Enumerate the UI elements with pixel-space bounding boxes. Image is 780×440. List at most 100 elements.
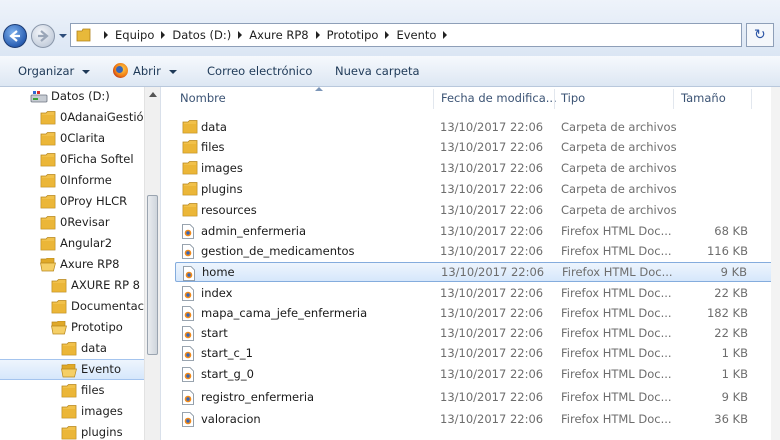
breadcrumb-separator-icon[interactable] bbox=[315, 31, 320, 39]
open-button[interactable]: Abrir bbox=[113, 56, 177, 86]
organize-label: Organizar bbox=[18, 64, 75, 78]
nav-tree-item[interactable]: Datos (D:) bbox=[0, 87, 144, 107]
nav-tree-label: 0Proy HLCR bbox=[60, 194, 128, 208]
file-name: start bbox=[201, 326, 228, 340]
nav-tree-label: data bbox=[81, 341, 107, 355]
breadcrumb-separator-icon[interactable] bbox=[104, 31, 108, 39]
file-row[interactable]: plugins 13/10/2017 22:06 Carpeta de archiv… bbox=[175, 179, 773, 199]
file-row[interactable]: start_c_1 13/10/2017 22:06 Firefox HTML Do… bbox=[175, 343, 773, 363]
nav-tree-item[interactable]: images bbox=[0, 401, 144, 422]
file-row[interactable]: start 13/10/2017 22:06 Firefox HTML Doc...… bbox=[175, 323, 773, 343]
file-name: images bbox=[201, 161, 243, 175]
breadcrumb-separator-icon[interactable] bbox=[161, 31, 166, 39]
file-row[interactable]: registro_enfermeria 13/10/2017 22:06 Firef… bbox=[175, 387, 773, 407]
nav-tree-label: 0Clarita bbox=[60, 131, 106, 145]
column-divider[interactable] bbox=[433, 89, 434, 109]
nav-tree-item[interactable]: Angular2 bbox=[0, 233, 144, 254]
address-bar-row: Equipo Datos (D:) Axure RP8 Prototipo Evento… bbox=[0, 0, 780, 56]
nav-tree-item[interactable]: data bbox=[0, 338, 144, 359]
html-file-icon bbox=[182, 390, 194, 411]
file-date: 13/10/2017 22:06 bbox=[440, 203, 544, 217]
nav-tree-label: Angular2 bbox=[60, 236, 113, 250]
refresh-button[interactable]: ↻ bbox=[746, 23, 774, 47]
column-header-date[interactable]: Fecha de modifica... bbox=[441, 87, 557, 109]
file-date: 13/10/2017 22:06 bbox=[440, 244, 544, 258]
nav-tree-item[interactable]: 0Clarita bbox=[0, 128, 144, 149]
nav-tree-item[interactable]: files bbox=[0, 380, 144, 401]
folder-icon bbox=[182, 203, 198, 223]
breadcrumb-separator-icon[interactable] bbox=[443, 31, 448, 39]
nav-tree-item[interactable]: Evento bbox=[0, 359, 144, 380]
file-row[interactable]: files 13/10/2017 22:06 Carpeta de archivos bbox=[175, 137, 773, 157]
breadcrumb-item[interactable]: Axure RP8 bbox=[249, 28, 308, 42]
file-list: Nombre Fecha de modifica... Tipo Tamaño … bbox=[165, 87, 780, 440]
file-row[interactable]: images 13/10/2017 22:06 Carpeta de archivo… bbox=[175, 158, 773, 178]
file-type: Firefox HTML Doc... bbox=[561, 367, 672, 381]
file-type: Firefox HTML Doc... bbox=[561, 326, 672, 340]
nav-tree-label: 0Informe bbox=[60, 173, 112, 187]
nav-scrollbar[interactable] bbox=[144, 87, 160, 440]
file-date: 13/10/2017 22:06 bbox=[440, 306, 544, 320]
column-divider[interactable] bbox=[751, 89, 752, 109]
file-name: gestion_de_medicamentos bbox=[201, 244, 355, 258]
file-size: 9 KB bbox=[720, 265, 747, 279]
new-folder-button[interactable]: Nueva carpeta bbox=[335, 56, 420, 86]
address-field[interactable]: Equipo Datos (D:) Axure RP8 Prototipo Evento bbox=[70, 23, 742, 47]
back-button[interactable] bbox=[3, 24, 27, 48]
email-button[interactable]: Correo electrónico bbox=[207, 56, 312, 86]
column-header-size[interactable]: Tamaño bbox=[681, 87, 726, 109]
html-file-icon bbox=[182, 367, 194, 388]
file-row[interactable]: home 13/10/2017 22:06 Firefox HTML Doc... 9… bbox=[175, 262, 773, 282]
breadcrumb-separator-icon[interactable] bbox=[385, 31, 390, 39]
file-row[interactable]: valoracion 13/10/2017 22:06 Firefox HTML D… bbox=[175, 409, 773, 429]
column-type-label: Tipo bbox=[561, 91, 586, 105]
breadcrumb-item[interactable]: Datos (D:) bbox=[172, 28, 231, 42]
breadcrumb-item[interactable]: Prototipo bbox=[327, 28, 379, 42]
file-type: Firefox HTML Doc... bbox=[561, 244, 672, 258]
column-divider[interactable] bbox=[673, 89, 674, 109]
breadcrumb-item[interactable]: Equipo bbox=[115, 28, 154, 42]
scroll-thumb[interactable] bbox=[147, 195, 158, 355]
column-header-name[interactable]: Nombre bbox=[180, 87, 430, 109]
file-size: 1 KB bbox=[721, 346, 748, 360]
file-date: 13/10/2017 22:06 bbox=[440, 182, 544, 196]
file-date: 13/10/2017 22:06 bbox=[440, 224, 544, 238]
nav-tree-item[interactable]: 0Revisar bbox=[0, 212, 144, 233]
nav-tree-item[interactable]: plugins bbox=[0, 422, 144, 440]
nav-tree-label: plugins bbox=[81, 425, 123, 439]
file-row[interactable]: start_g_0 13/10/2017 22:06 Firefox HTML Do… bbox=[175, 364, 773, 384]
file-size: 9 KB bbox=[721, 390, 748, 404]
nav-tree-label: images bbox=[81, 404, 123, 418]
column-divider[interactable] bbox=[554, 89, 555, 109]
folder-icon bbox=[61, 426, 77, 440]
new-folder-label: Nueva carpeta bbox=[335, 64, 420, 78]
scroll-up-icon[interactable] bbox=[149, 92, 157, 97]
organize-button[interactable]: Organizar bbox=[18, 56, 91, 86]
nav-tree-item[interactable]: 0Informe bbox=[0, 170, 144, 191]
column-header-type[interactable]: Tipo bbox=[561, 87, 585, 109]
navigation-pane: Datos (D:) 0AdanaiGestión 0Clarita 0Ficha S… bbox=[0, 87, 161, 440]
nav-tree-item[interactable]: 0Proy HLCR bbox=[0, 191, 144, 212]
nav-tree-item[interactable]: 0Ficha Softel bbox=[0, 149, 144, 170]
file-row[interactable]: index 13/10/2017 22:06 Firefox HTML Doc...… bbox=[175, 283, 773, 303]
file-row[interactable]: gestion_de_medicamentos 13/10/2017 22:06 F… bbox=[175, 241, 773, 261]
nav-tree-item[interactable]: 0AdanaiGestión bbox=[0, 107, 151, 128]
refresh-icon: ↻ bbox=[754, 27, 766, 43]
nav-tree-item[interactable]: AXURE RP 8 bbox=[0, 275, 144, 296]
forward-button[interactable] bbox=[31, 24, 55, 48]
file-date: 13/10/2017 22:06 bbox=[440, 346, 544, 360]
list-scrollbar[interactable] bbox=[771, 87, 780, 440]
file-name: home bbox=[202, 265, 235, 279]
file-row[interactable]: resources 13/10/2017 22:06 Carpeta de arch… bbox=[175, 200, 773, 220]
breadcrumb-item[interactable]: Evento bbox=[396, 28, 436, 42]
file-type: Firefox HTML Doc... bbox=[561, 224, 672, 238]
file-row[interactable]: admin_enfermeria 13/10/2017 22:06 Firefox … bbox=[175, 221, 773, 241]
nav-tree-item[interactable]: Prototipo bbox=[0, 317, 144, 338]
recent-pages-icon[interactable] bbox=[58, 31, 68, 41]
file-name: files bbox=[201, 140, 225, 154]
file-row[interactable]: mapa_cama_jefe_enfermeria 13/10/2017 22:0… bbox=[175, 303, 773, 323]
file-row[interactable]: data 13/10/2017 22:06 Carpeta de archivos bbox=[175, 117, 773, 137]
nav-tree-item[interactable]: Axure RP8 bbox=[0, 254, 144, 275]
breadcrumb-separator-icon[interactable] bbox=[238, 31, 243, 39]
nav-tree-item[interactable]: Documentaci bbox=[0, 296, 147, 317]
